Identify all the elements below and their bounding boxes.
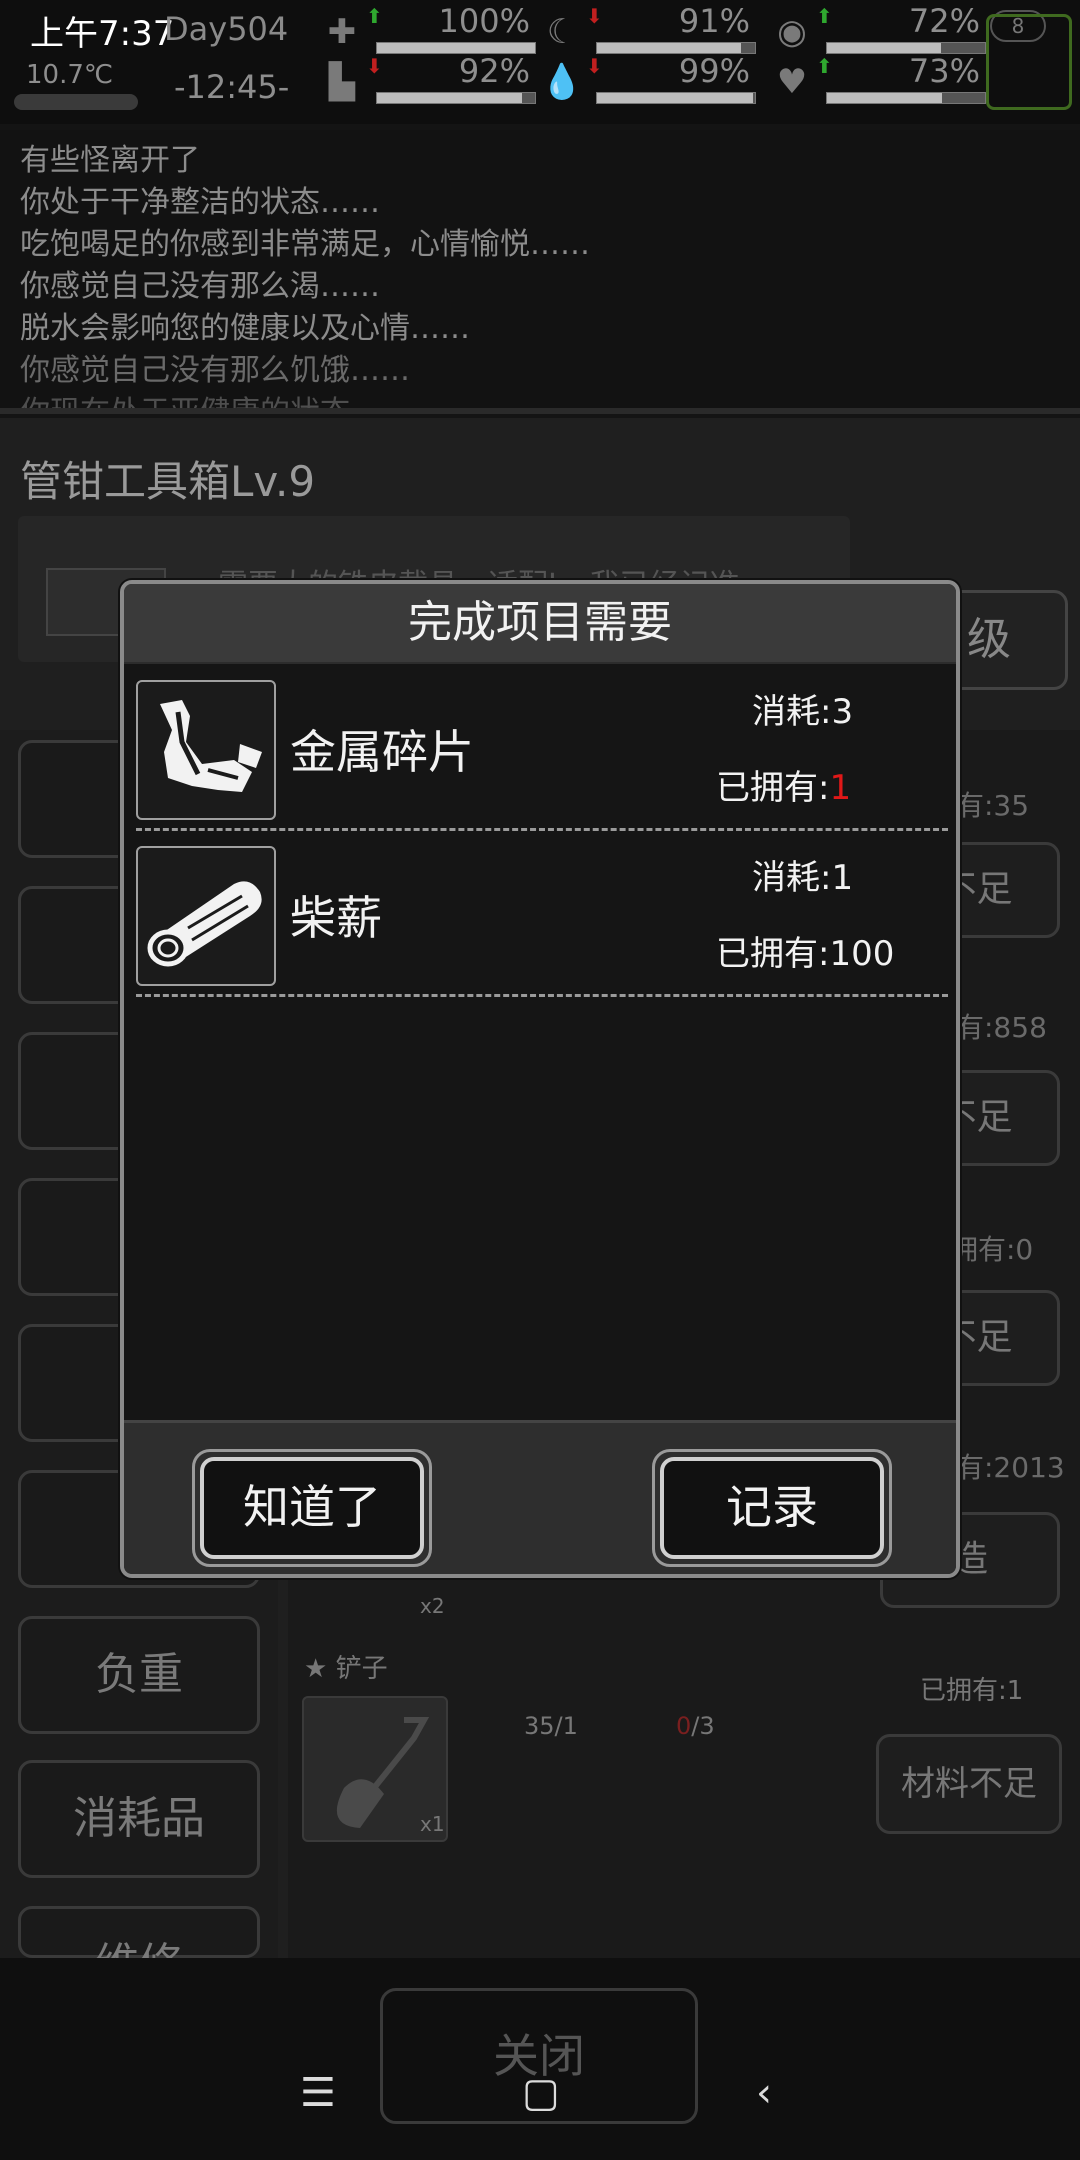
firewood-icon (136, 846, 276, 986)
requirement-1: 35/1 (524, 1712, 578, 1740)
stat-bar (596, 92, 756, 104)
recipe-owned: 拥有:0 (950, 1233, 1034, 1266)
log-line: 你感觉自己没有那么饥饿…… (20, 353, 410, 388)
upgrade-button[interactable]: 级 (948, 590, 1068, 690)
trend-arrow-icon: ⬇ (586, 54, 603, 78)
stat-value: 92% (458, 52, 530, 90)
quick-slot[interactable] (986, 14, 1072, 110)
recipe-owned: 有:35 (956, 789, 1030, 822)
water-drop-icon: 💧 (540, 62, 584, 102)
item-cost: 消耗:3 (752, 692, 854, 732)
item-count: x1 (420, 1812, 445, 1836)
boot-icon: ▙ (328, 62, 356, 102)
dashed-divider (136, 994, 948, 997)
item-cost: 消耗:1 (752, 858, 854, 898)
requirement-2: 0/3 (676, 1712, 715, 1740)
menu-icon[interactable]: ☰ (300, 2070, 336, 2116)
temperature-bar (14, 94, 138, 110)
requirement-item: 金属碎片 消耗:3 已拥有:1 (132, 672, 948, 832)
dialog-title: 完成项目需要 (124, 584, 956, 662)
log-line: 你感觉自己没有那么渴…… (20, 269, 380, 304)
log-line: 有些怪离开了 (20, 143, 200, 178)
trend-arrow-icon: ⬇ (366, 54, 383, 78)
stat-boot: ▙ ⬇ 92% (320, 52, 538, 110)
back-icon[interactable]: ‹ (756, 2070, 772, 2116)
stat-value: 99% (678, 52, 750, 90)
trend-arrow-icon: ⬇ (586, 4, 603, 28)
heart-icon: ♥ (776, 62, 808, 102)
stat-value: 91% (678, 2, 750, 40)
item-owned: 已拥有:100 (716, 934, 895, 974)
status-hud: 上午7:37 Day504 10.7℃ -12:45- ✚ ⬆ 100% ☾ ⬇ 91% ◉… (0, 0, 1080, 124)
medkit-icon: ✚ (327, 12, 357, 52)
requirements-dialog: 完成项目需要 金属碎片 消耗:3 已拥有:1 柴薪 消耗:1 已拥有:100 知… (120, 580, 960, 1578)
stomach-icon: ☾ (546, 12, 578, 52)
game-screen: 上午7:37 Day504 10.7℃ -12:45- ✚ ⬆ 100% ☾ ⬇ 91% ◉… (0, 0, 1080, 2160)
dialog-footer: 知道了 记录 (124, 1420, 956, 1574)
item-name: 金属碎片 (290, 725, 474, 779)
category-button[interactable]: 消耗品 (18, 1760, 260, 1878)
system-time: 上午7:37 (30, 14, 175, 54)
category-button[interactable]: 负重 (18, 1616, 260, 1734)
recipe-owned: 有:2013 (956, 1451, 1065, 1484)
category-button[interactable]: 维修 (18, 1906, 260, 1990)
stat-bar (826, 92, 986, 104)
log-line: 吃饱喝足的你感到非常满足，心情愉悦…… (20, 227, 590, 262)
trend-arrow-icon: ⬆ (816, 54, 833, 78)
temperature: 10.7℃ (26, 60, 114, 90)
stat-value: 73% (908, 52, 980, 90)
stat-value: 72% (908, 2, 980, 40)
log-line: 脱水会影响您的健康以及心情…… (20, 311, 470, 346)
day-counter: Day504 (164, 10, 289, 48)
stat-water-drop: 💧 ⬇ 99% (540, 52, 758, 110)
divider (0, 408, 1080, 414)
message-log: 有些怪离开了你处于干净整洁的状态…… 吃饱喝足的你感到非常满足，心情愉悦…… 你感觉… (0, 130, 1080, 410)
owned-value: 100 (829, 934, 895, 974)
recipe-name: ★ 铲子 (304, 1654, 388, 1684)
owned-value-short: 1 (829, 768, 852, 808)
stat-bar (376, 92, 536, 104)
requirement-item: 柴薪 消耗:1 已拥有:100 (132, 838, 948, 998)
trend-arrow-icon: ⬆ (366, 4, 383, 28)
stat-value: 100% (438, 2, 530, 40)
insufficient-materials-button[interactable]: 材料不足 (876, 1734, 1062, 1834)
recipe-owned: 有:858 (956, 1011, 1047, 1044)
home-icon[interactable]: ▢ (522, 2070, 560, 2116)
panel-title: 管钳工具箱Lv.9 (20, 457, 316, 506)
recipe-owned: 已拥有:1 (920, 1676, 1024, 1706)
item-owned: 已拥有:1 (716, 768, 852, 808)
requirements-list: 金属碎片 消耗:3 已拥有:1 柴薪 消耗:1 已拥有:100 (124, 664, 956, 1420)
metal-scrap-icon (136, 680, 276, 820)
brain-icon: ◉ (777, 12, 807, 52)
dashed-divider (136, 828, 948, 831)
item-count: x2 (420, 1594, 445, 1618)
game-clock: -12:45- (174, 68, 290, 106)
stat-heart: ♥ ⬆ 73% (770, 52, 988, 110)
record-button[interactable]: 记录 (652, 1449, 892, 1567)
log-line: 你处于干净整洁的状态…… (20, 185, 380, 220)
trend-arrow-icon: ⬆ (816, 4, 833, 28)
ok-button[interactable]: 知道了 (192, 1449, 432, 1567)
item-name: 柴薪 (290, 891, 382, 945)
system-nav-bar: ☰ ▢ ‹ (0, 2070, 1080, 2140)
